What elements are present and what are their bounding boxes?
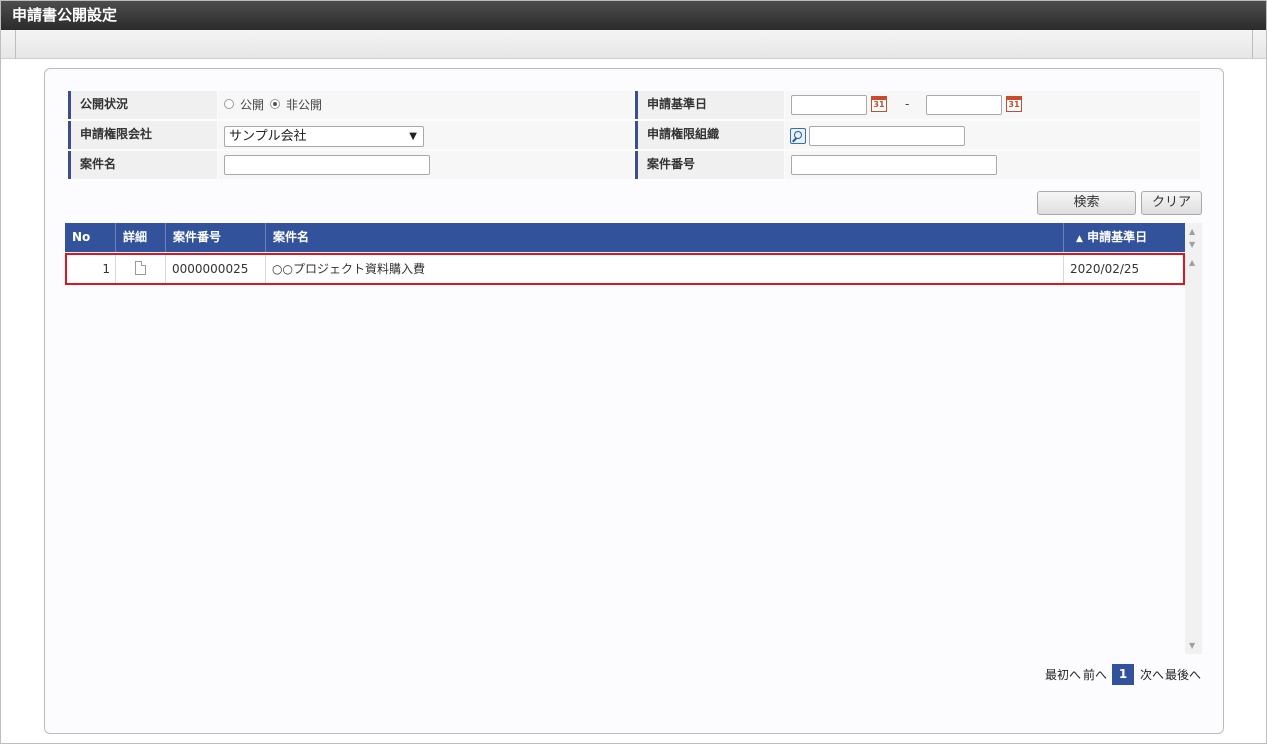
column-header-apply-date-label: 申請基準日 (1087, 230, 1148, 244)
column-header-matter-number[interactable]: 案件番号 (166, 223, 266, 252)
scroll-up-icon[interactable]: ▲ (1189, 258, 1195, 267)
org-input[interactable] (809, 126, 965, 146)
matter-name-cell (218, 151, 633, 179)
calendar-icon[interactable]: 31 (871, 96, 887, 112)
matter-name-label: 案件名 (68, 151, 217, 179)
column-header-detail[interactable]: 詳細 (116, 223, 166, 252)
toolbar-strip (1, 30, 1266, 59)
date-from-input[interactable] (791, 95, 867, 115)
pager-next[interactable]: 次へ (1140, 666, 1164, 683)
publish-status-label: 公開状況 (68, 91, 217, 119)
unpublish-radio-label: 非公開 (286, 98, 323, 112)
column-header-matter-name[interactable]: 案件名 (266, 223, 1064, 252)
column-header-no[interactable]: No (65, 223, 116, 252)
row-apply-date: 2020/02/25 (1070, 262, 1140, 276)
search-icon[interactable] (790, 128, 806, 144)
grid-header: No 詳細 案件番号 案件名 ▲ 申請基準日 (65, 223, 1185, 252)
row-detail-cell (116, 255, 166, 283)
scroll-down-icon[interactable]: ▼ (1189, 240, 1195, 249)
search-button[interactable]: 検索 (1037, 191, 1136, 215)
toolbar-divider (1252, 30, 1253, 59)
authority-company-label: 申請権限会社 (68, 121, 217, 149)
document-icon[interactable] (135, 261, 146, 275)
grid-body (65, 252, 1185, 654)
toolbar-divider (15, 30, 16, 59)
row-matter-name: ○○プロジェクト資料購入費 (266, 255, 1064, 283)
pager-prev[interactable]: 前へ (1083, 666, 1107, 683)
clear-button[interactable]: クリア (1141, 191, 1202, 215)
table-row[interactable]: 1 0000000025 ○○プロジェクト資料購入費 2020/02/25 (65, 253, 1185, 285)
page-title: 申請書公開設定 (1, 1, 1266, 30)
publish-radio-label: 公開 (240, 98, 265, 112)
scroll-up-icon[interactable]: ▲ (1189, 227, 1195, 236)
apply-base-date-cell: 31 - 31 (785, 91, 1200, 119)
publish-status-cell: 公開 非公開 (218, 91, 633, 119)
company-select-value: サンプル会社 (229, 129, 307, 144)
scroll-down-icon[interactable]: ▼ (1189, 641, 1195, 650)
pager-first[interactable]: 最初へ (1045, 666, 1081, 683)
matter-number-cell (785, 151, 1200, 179)
row-matter-number: 0000000025 (166, 255, 266, 283)
authority-org-label: 申請権限組織 (635, 121, 784, 149)
pager-last[interactable]: 最後へ (1165, 666, 1201, 683)
date-range-separator: - (905, 97, 910, 111)
publish-radio[interactable] (224, 99, 234, 109)
matter-number-label: 案件番号 (635, 151, 784, 179)
company-select[interactable]: サンプル会社 ▼ (224, 126, 424, 147)
column-header-apply-date[interactable]: ▲ 申請基準日 (1064, 223, 1185, 252)
calendar-icon[interactable]: 31 (1006, 96, 1022, 112)
chevron-down-icon: ▼ (409, 131, 417, 142)
apply-base-date-label: 申請基準日 (635, 91, 784, 119)
authority-org-cell (785, 121, 1200, 149)
row-no: 1 (67, 255, 116, 283)
sort-asc-icon: ▲ (1076, 234, 1083, 244)
unpublish-radio[interactable] (270, 99, 280, 109)
pager-current-page: 1 (1112, 664, 1134, 685)
matter-number-input[interactable] (791, 155, 997, 175)
matter-name-input[interactable] (224, 155, 430, 175)
date-to-input[interactable] (926, 95, 1002, 115)
authority-company-cell: サンプル会社 ▼ (218, 121, 633, 149)
grid-scrollbar[interactable]: ▲ ▼ ▲ ▼ (1185, 223, 1202, 654)
